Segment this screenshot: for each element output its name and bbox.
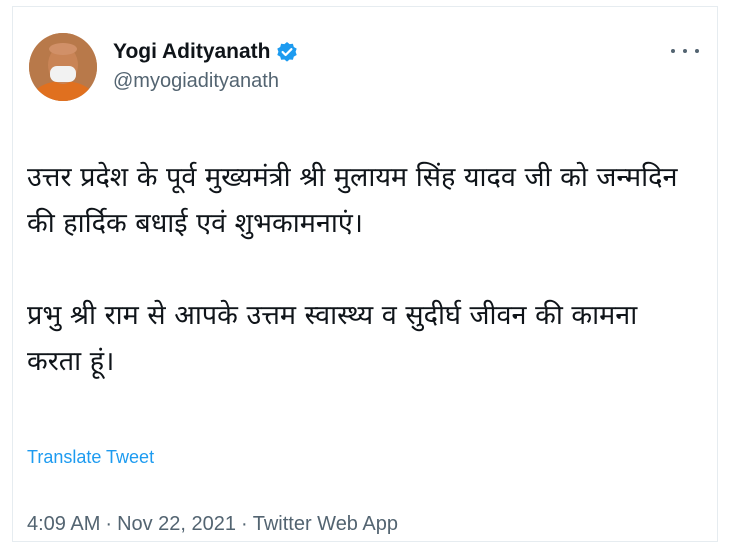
tweet-source[interactable]: Twitter Web App <box>253 513 398 535</box>
more-dot <box>683 49 687 53</box>
avatar-image <box>29 33 97 101</box>
meta-separator: · <box>105 513 113 535</box>
tweet-card: Yogi Adityanath @myogiadityanath उत्तर प… <box>12 6 718 542</box>
author-handle[interactable]: @myogiadityanath <box>113 70 298 93</box>
author-block: Yogi Adityanath @myogiadityanath <box>113 39 298 93</box>
avatar[interactable] <box>29 33 97 101</box>
author-name-row: Yogi Adityanath <box>113 39 298 65</box>
tweet-paragraph: प्रभु श्री राम से आपके उत्तम स्वास्थ्य व… <box>27 300 646 377</box>
more-dot <box>671 49 675 53</box>
meta-separator: · <box>241 513 248 535</box>
tweet-metadata: 4:09 AM · Nov 22, 2021 · Twitter Web App <box>27 513 398 536</box>
more-options-icon[interactable] <box>671 43 699 59</box>
author-display-name[interactable]: Yogi Adityanath <box>113 40 271 64</box>
tweet-time[interactable]: 4:09 AM <box>27 513 100 535</box>
tweet-paragraph: उत्तर प्रदेश के पूर्व मुख्यमंत्री श्री म… <box>27 162 687 239</box>
verified-badge-icon <box>276 41 298 63</box>
tweet-text: उत्तर प्रदेश के पूर्व मुख्यमंत्री श्री म… <box>27 155 697 385</box>
translate-tweet-link[interactable]: Translate Tweet <box>27 447 154 468</box>
tweet-date[interactable]: Nov 22, 2021 <box>117 513 236 535</box>
more-dot <box>695 49 699 53</box>
